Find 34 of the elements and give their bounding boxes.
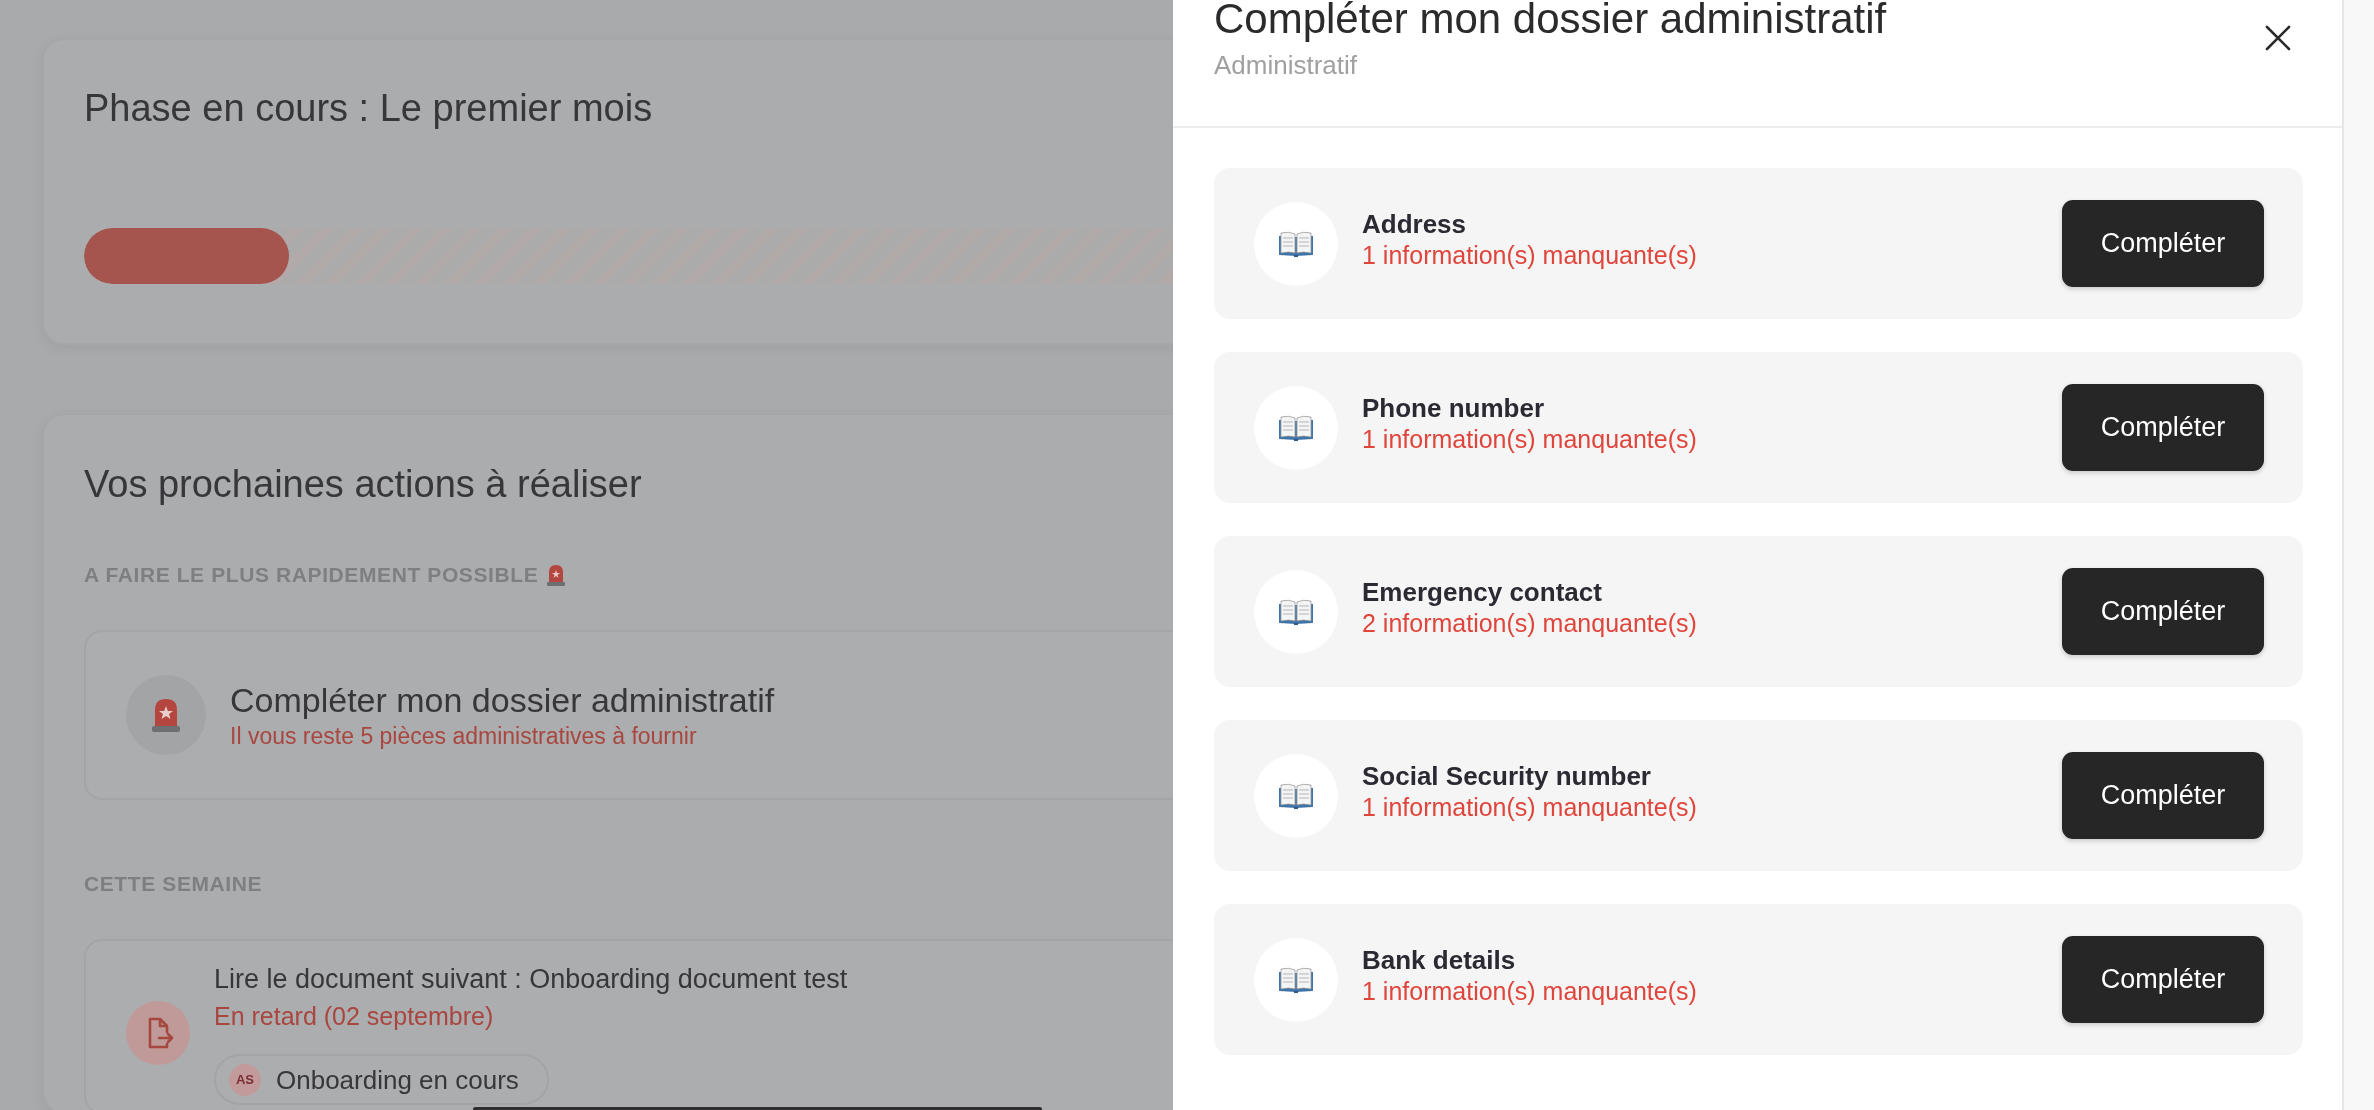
action-title: Lire le document suivant : Onboarding document test [214,963,848,996]
item-status: 2 information(s) manquante(s) [1362,608,1697,638]
action-title: Compléter mon dossier administratif [230,680,775,721]
close-button[interactable] [2265,25,2291,51]
item-status: 1 information(s) manquante(s) [1362,792,1697,822]
action-status: En retard (02 septembre) [214,1001,494,1032]
book-icon [1254,753,1338,838]
document-icon [126,1001,190,1065]
drawer-subtitle: Administratif [1214,50,1358,81]
action-status: Il vous reste 5 pièces administratives à fournir [230,722,697,751]
item-title: Bank details [1362,945,1516,976]
close-icon [2265,25,2291,51]
book-icon [1254,385,1338,470]
tag-label: Onboarding en cours [276,1064,519,1095]
book-icon [1254,937,1338,1022]
item-title: Address [1362,209,1467,240]
item-status: 1 information(s) manquante(s) [1362,424,1697,454]
book-icon [1254,201,1338,286]
complete-button[interactable]: Compléter [2062,200,2264,287]
phase-title: Phase en cours : Le premier mois [84,86,653,131]
item-title: Phone number [1362,393,1544,424]
complete-button[interactable]: Compléter [2062,568,2264,655]
initials-avatar: AS [229,1063,261,1096]
item-title: Emergency contact [1362,577,1602,608]
siren-icon [546,563,567,587]
item-title: Social Security number [1362,761,1651,792]
actions-title: Vos prochaines actions à réaliser [84,462,642,507]
complete-button[interactable]: Compléter [2062,384,2264,471]
complete-button[interactable]: Compléter [2062,752,2264,839]
item-status: 1 information(s) manquante(s) [1362,240,1697,270]
siren-icon [126,675,206,755]
book-icon [1254,569,1338,654]
complete-button[interactable]: Compléter [2062,936,2264,1023]
item-status: 1 information(s) manquante(s) [1362,976,1697,1006]
